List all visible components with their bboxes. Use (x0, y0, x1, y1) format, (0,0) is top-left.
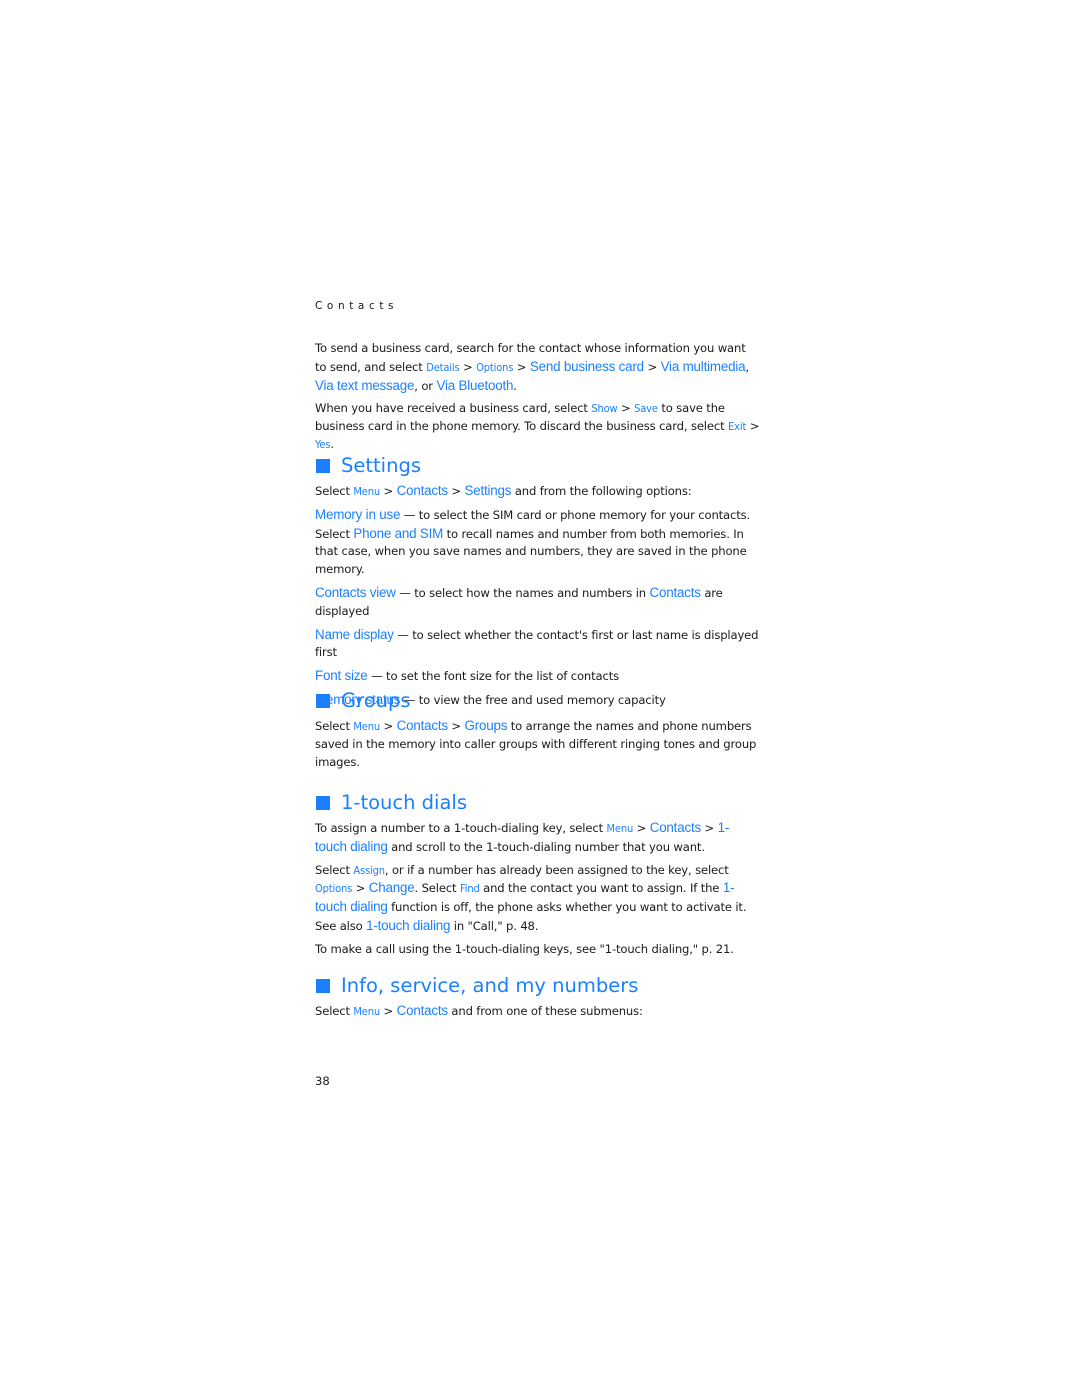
heading-text: Groups (341, 689, 411, 712)
link-contacts[interactable]: Contacts (650, 820, 701, 835)
text: > (447, 484, 465, 498)
text: > (746, 419, 760, 434)
link-details[interactable]: Details (426, 361, 459, 374)
link-name-display[interactable]: Name display (315, 627, 394, 642)
text: in "Call," p. 48. (450, 918, 539, 933)
text: > (643, 359, 661, 374)
text: . (330, 436, 334, 451)
link-contacts-view[interactable]: Contacts view (315, 585, 396, 600)
link-groups[interactable]: Groups (465, 718, 508, 733)
link-phone-and-sim[interactable]: Phone and SIM (353, 526, 443, 541)
groups-section: Groups Select Menu > Contacts > Groups t… (315, 689, 760, 771)
groups-paragraph: Select Menu > Contacts > Groups to arran… (315, 717, 760, 771)
touch-dials-heading: 1-touch dials (315, 791, 760, 815)
page-number: 38 (315, 1074, 330, 1088)
text: > (379, 719, 397, 733)
intro-section: To send a business card, search for the … (315, 340, 760, 454)
text: > (633, 821, 650, 835)
section-square-icon (316, 459, 330, 473)
option-contacts-view: Contacts view — to select how the names … (315, 584, 760, 621)
assign-paragraph: To assign a number to a 1-touch-dialing … (315, 819, 760, 857)
settings-section: Settings Select Menu > Contacts > Settin… (315, 454, 760, 710)
text: When you have received a business card, … (315, 401, 592, 416)
link-save[interactable]: Save (634, 402, 658, 415)
section-square-icon (316, 694, 330, 708)
text: Select (315, 484, 354, 498)
text: , or if a number has already been assign… (384, 862, 729, 877)
text: Select (315, 1004, 354, 1018)
link-font-size[interactable]: Font size (315, 668, 368, 683)
link-memory-in-use[interactable]: Memory in use (315, 507, 400, 522)
info-paragraph: Select Menu > Contacts and from one of t… (315, 1002, 760, 1021)
settings-heading: Settings (315, 454, 760, 478)
heading-text: 1-touch dials (341, 791, 467, 814)
text: Select (315, 719, 354, 733)
heading-text: Info, service, and my numbers (341, 974, 639, 997)
text: and the contact you want to assign. If t… (479, 881, 723, 896)
link-send-business-card[interactable]: Send business card (530, 359, 644, 374)
link-options[interactable]: Options (315, 882, 352, 895)
option-name-display: Name display — to select whether the con… (315, 626, 760, 663)
text: , (745, 359, 749, 374)
link-show[interactable]: Show (591, 402, 617, 415)
info-heading: Info, service, and my numbers (315, 974, 760, 998)
link-contacts[interactable]: Contacts (650, 585, 701, 600)
link-menu[interactable]: Menu (353, 720, 380, 733)
link-options[interactable]: Options (476, 361, 513, 374)
text: — to select how the names and numbers in (395, 585, 650, 600)
link-via-multimedia[interactable]: Via multimedia (661, 359, 746, 374)
link-change[interactable]: Change (369, 880, 415, 895)
text: and from the following options: (511, 484, 692, 498)
text: Select (315, 862, 354, 877)
running-head: Contacts (315, 300, 399, 312)
section-square-icon (316, 979, 330, 993)
link-via-bluetooth[interactable]: Via Bluetooth (436, 378, 513, 393)
text: > (513, 359, 530, 374)
select-assign-paragraph: Select Assign, or if a number has alread… (315, 862, 760, 936)
section-square-icon (316, 796, 330, 810)
link-menu[interactable]: Menu (353, 1005, 380, 1018)
option-font-size: Font size — to set the font size for the… (315, 667, 760, 686)
link-yes[interactable]: Yes (315, 438, 331, 451)
text: , or (414, 378, 437, 393)
link-contacts[interactable]: Contacts (397, 1003, 448, 1018)
text: and scroll to the 1-touch-dialing number… (387, 839, 705, 854)
text: and from one of these submenus: (447, 1004, 643, 1018)
link-exit[interactable]: Exit (728, 420, 746, 433)
text: To assign a number to a 1-touch-dialing … (315, 821, 607, 835)
settings-intro: Select Menu > Contacts > Settings and fr… (315, 482, 760, 501)
text: > (352, 881, 369, 896)
text: . Select (414, 881, 460, 896)
link-find[interactable]: Find (460, 882, 480, 895)
text: > (379, 1004, 397, 1018)
text: > (447, 719, 465, 733)
info-section: Info, service, and my numbers Select Men… (315, 974, 760, 1021)
option-memory-in-use: Memory in use — to select the SIM card o… (315, 506, 760, 579)
make-call-paragraph: To make a call using the 1-touch-dialing… (315, 941, 734, 956)
touch-dials-section: 1-touch dials To assign a number to a 1-… (315, 791, 760, 959)
link-assign[interactable]: Assign (353, 864, 385, 877)
link-settings[interactable]: Settings (465, 483, 512, 498)
heading-text: Settings (341, 454, 421, 477)
link-menu[interactable]: Menu (353, 485, 380, 498)
link-via-text-message[interactable]: Via text message (315, 378, 414, 393)
groups-heading: Groups (315, 689, 760, 713)
link-contacts[interactable]: Contacts (397, 483, 448, 498)
link-contacts[interactable]: Contacts (397, 718, 448, 733)
received-business-card-paragraph: When you have received a business card, … (315, 400, 760, 453)
text: > (379, 484, 397, 498)
send-business-card-paragraph: To send a business card, search for the … (315, 340, 760, 395)
link-menu[interactable]: Menu (607, 822, 634, 835)
text: — to set the font size for the list of c… (367, 669, 619, 684)
text: > (459, 359, 477, 374)
text: > (700, 821, 718, 835)
link-1-touch-dialing-ref[interactable]: 1-touch dialing (366, 918, 450, 933)
text: > (617, 401, 635, 416)
text: . (513, 378, 517, 393)
